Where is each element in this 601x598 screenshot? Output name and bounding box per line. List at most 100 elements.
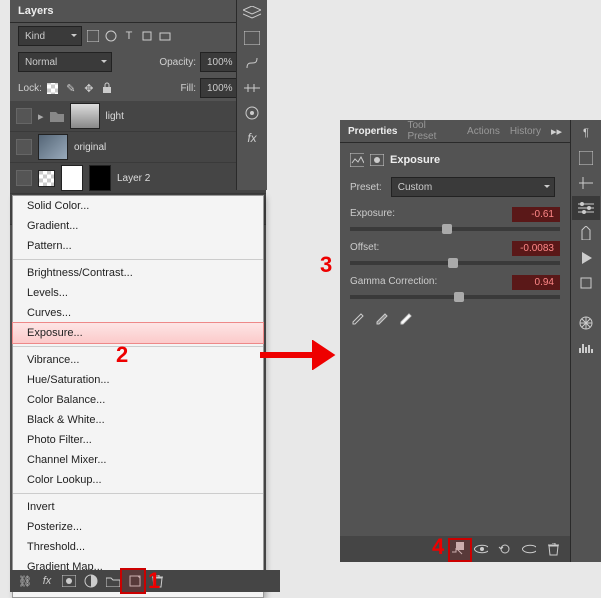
- filter-pixel-icon[interactable]: [86, 29, 100, 43]
- lock-move-icon[interactable]: ✥: [82, 81, 96, 95]
- layer-row[interactable]: original: [10, 132, 266, 163]
- properties-tabs: Properties Tool Preset Actions History ▸…: [340, 120, 570, 143]
- link-icon[interactable]: ⛓: [18, 574, 32, 588]
- filter-adjust-icon[interactable]: [104, 29, 118, 43]
- highlight-4: [448, 538, 472, 562]
- annotation-3: 3: [320, 252, 332, 278]
- opacity-label: Opacity:: [159, 57, 196, 68]
- play-dock-icon[interactable]: [572, 246, 600, 270]
- menu-brightness[interactable]: Brightness/Contrast...: [13, 263, 263, 283]
- menu-color-lookup[interactable]: Color Lookup...: [13, 470, 263, 490]
- eyedropper-row: [350, 313, 560, 327]
- menu-color-balance[interactable]: Color Balance...: [13, 390, 263, 410]
- reset-icon[interactable]: [498, 542, 512, 556]
- tab-actions[interactable]: Actions: [467, 126, 500, 137]
- menu-pattern[interactable]: Pattern...: [13, 236, 263, 256]
- exposure-slider[interactable]: [350, 227, 560, 231]
- layer-thumb: [70, 103, 100, 129]
- visibility-icon[interactable]: [16, 108, 32, 124]
- menu-posterize[interactable]: Posterize...: [13, 517, 263, 537]
- layer-thumb: [38, 134, 68, 160]
- eyedropper-white-icon[interactable]: [398, 313, 412, 327]
- menu-black-white[interactable]: Black & White...: [13, 410, 263, 430]
- layer-name[interactable]: original: [74, 142, 260, 153]
- menu-separator: [13, 346, 263, 347]
- paragraph-dock-icon[interactable]: ¶: [572, 121, 600, 145]
- info-dock-icon[interactable]: [572, 146, 600, 170]
- eyedropper-gray-icon[interactable]: [374, 313, 388, 327]
- filter-type-icon[interactable]: T: [122, 29, 136, 43]
- arrow-icon: [260, 340, 340, 370]
- fx-icon[interactable]: fx: [40, 574, 54, 588]
- gamma-value[interactable]: 0.94: [512, 275, 560, 290]
- slider-knob[interactable]: [448, 258, 458, 268]
- layer-thumb: [38, 170, 55, 187]
- expand-icon[interactable]: ▸: [38, 110, 44, 123]
- paths-dock-icon[interactable]: [238, 51, 266, 75]
- adjustment-menu: Solid Color... Gradient... Pattern... Br…: [12, 195, 264, 598]
- menu-curves[interactable]: Curves...: [13, 303, 263, 323]
- lock-paint-icon[interactable]: ✎: [64, 81, 78, 95]
- visibility-icon[interactable]: [16, 139, 32, 155]
- layer-row[interactable]: Layer 2: [10, 163, 266, 194]
- group-icon[interactable]: [106, 574, 120, 588]
- gamma-slider[interactable]: [350, 295, 560, 299]
- tabs-overflow-icon[interactable]: ▸▸: [551, 125, 562, 138]
- character-dock-icon[interactable]: [572, 171, 600, 195]
- menu-gradient[interactable]: Gradient...: [13, 216, 263, 236]
- gamma-label: Gamma Correction:: [350, 276, 437, 287]
- mask-mode-icon[interactable]: [370, 153, 384, 167]
- menu-separator: [13, 259, 263, 260]
- menu-invert[interactable]: Invert: [13, 497, 263, 517]
- slider-knob[interactable]: [454, 292, 464, 302]
- menu-vibrance[interactable]: Vibrance...: [13, 350, 263, 370]
- channels-dock-icon[interactable]: [238, 26, 266, 50]
- menu-solid-color[interactable]: Solid Color...: [13, 196, 263, 216]
- kind-select[interactable]: Kind: [18, 26, 82, 46]
- mask-icon[interactable]: [62, 574, 76, 588]
- filter-shape-icon[interactable]: [140, 29, 154, 43]
- lock-transparent-icon[interactable]: [46, 81, 60, 95]
- menu-exposure[interactable]: Exposure...: [12, 322, 264, 344]
- offset-value[interactable]: -0.0083: [512, 241, 560, 256]
- offset-slider[interactable]: [350, 261, 560, 265]
- menu-hue-sat[interactable]: Hue/Saturation...: [13, 370, 263, 390]
- layers-title: Layers: [18, 5, 53, 17]
- tab-properties[interactable]: Properties: [348, 126, 397, 137]
- tab-tool-preset[interactable]: Tool Preset: [407, 120, 457, 142]
- styles-dock-icon[interactable]: [238, 101, 266, 125]
- layer-row[interactable]: ▸ light: [10, 101, 266, 132]
- menu-levels[interactable]: Levels...: [13, 283, 263, 303]
- menu-photo-filter[interactable]: Photo Filter...: [13, 430, 263, 450]
- menu-channel-mixer[interactable]: Channel Mixer...: [13, 450, 263, 470]
- tools-dock-icon[interactable]: [572, 221, 600, 245]
- adjustments-dock-icon[interactable]: [572, 196, 600, 220]
- eyedropper-black-icon[interactable]: [350, 313, 364, 327]
- offset-field: Offset: -0.0083: [350, 241, 560, 265]
- view-previous-icon[interactable]: [474, 542, 488, 556]
- adjustment-layer-icon[interactable]: [84, 574, 98, 588]
- right-dock-column: ¶: [570, 120, 601, 562]
- lock-all-icon[interactable]: [100, 81, 114, 95]
- filter-smart-icon[interactable]: [158, 29, 172, 43]
- histogram-dock-icon[interactable]: [572, 336, 600, 360]
- layers-dock-icon[interactable]: [238, 1, 266, 25]
- menu-threshold[interactable]: Threshold...: [13, 537, 263, 557]
- tab-history[interactable]: History: [510, 126, 541, 137]
- exposure-value[interactable]: -0.61: [512, 207, 560, 222]
- preset-select[interactable]: Custom: [391, 177, 555, 197]
- properties-panel: Properties Tool Preset Actions History ▸…: [340, 120, 570, 562]
- history-dock-icon[interactable]: [572, 271, 600, 295]
- annotation-2: 2: [116, 342, 128, 368]
- folder-icon: [50, 109, 64, 123]
- fx-dock-icon[interactable]: fx: [238, 126, 266, 150]
- slider-knob[interactable]: [442, 224, 452, 234]
- blend-mode-select[interactable]: Normal: [18, 52, 112, 72]
- toggle-visibility-icon[interactable]: [522, 542, 536, 556]
- adjust-dock-icon[interactable]: [238, 76, 266, 100]
- properties-title: Exposure: [390, 154, 440, 166]
- navigator-dock-icon[interactable]: [572, 311, 600, 335]
- preset-label: Preset:: [350, 182, 382, 193]
- delete-adjustment-icon[interactable]: [546, 542, 560, 556]
- visibility-icon[interactable]: [16, 170, 32, 186]
